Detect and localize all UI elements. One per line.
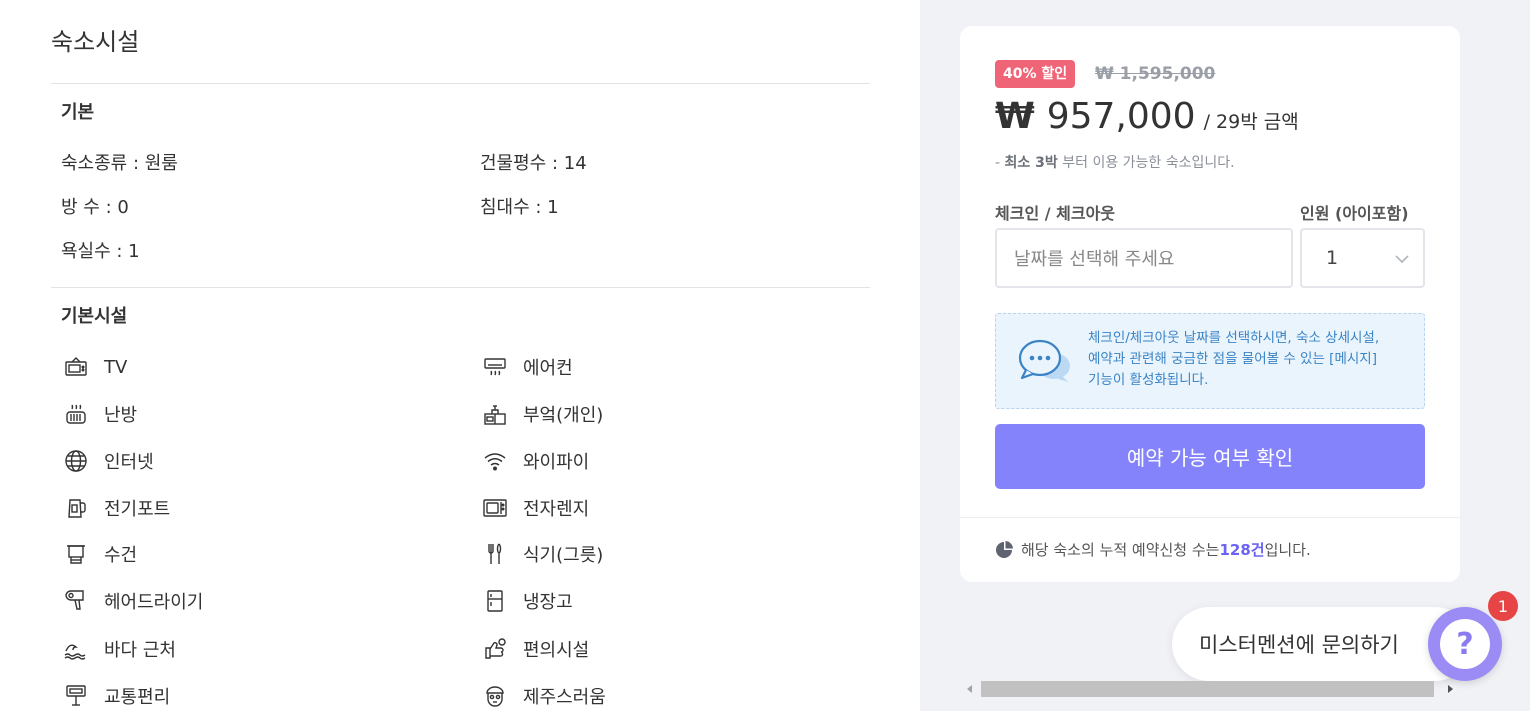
date-label: 체크인 / 체크아웃 [995, 204, 1116, 223]
check-availability-button[interactable]: 예약 가능 여부 확인 [995, 424, 1425, 489]
horizontal-scrollbar[interactable] [964, 681, 1458, 697]
amenity-convenience: 편의시설 [482, 636, 589, 662]
amenity-label: 와이파이 [523, 452, 590, 473]
amenity-fridge: 냉장고 [482, 588, 573, 614]
amenity-hair-dryer: 헤어드라이기 [63, 588, 203, 614]
amenity-microwave: 전자렌지 [482, 495, 589, 521]
date-picker-input[interactable]: 날짜를 선택해 주세요 [995, 228, 1293, 288]
amenity-label: 바다 근처 [104, 640, 176, 661]
original-price: ₩ 1,595,000 [1095, 64, 1216, 84]
amenity-label: 식기(그릇) [523, 545, 604, 566]
stats-count: 128건 [1219, 541, 1265, 559]
dolharubang-icon [482, 683, 508, 709]
pie-chart-icon [996, 540, 1013, 558]
amenity-near-sea: 바다 근처 [63, 636, 176, 662]
divider [960, 517, 1460, 518]
amenity-label: 냉장고 [523, 592, 573, 613]
globe-icon [63, 448, 89, 474]
amenity-label: 헤어드라이기 [104, 592, 204, 613]
min-stay-note: - 최소 3박 부터 이용 가능한 숙소입니다. [995, 152, 1235, 172]
question-icon: ? [1440, 619, 1490, 669]
amenity-label: 난방 [104, 405, 138, 426]
kettle-icon [63, 495, 89, 521]
basic-heading: 기본 [61, 102, 95, 123]
amenity-label: 전자렌지 [523, 499, 590, 520]
amenity-kitchen: 부엌(개인) [482, 401, 603, 427]
amenity-jeju: 제주스러움 [482, 683, 606, 709]
discount-badge: 40% 할인 [995, 60, 1076, 88]
stats-prefix: 해당 숙소의 누적 예약신청 수는 [1021, 541, 1220, 559]
divider [51, 83, 870, 84]
inquiry-button[interactable]: 미스터멘션에 문의하기 [1172, 607, 1472, 681]
amenities-heading: 기본시설 [61, 306, 128, 327]
amenity-transport: 교통편리 [63, 683, 170, 709]
amenity-label: 전기포트 [104, 499, 171, 520]
room-count: 방 수 : 0 [61, 197, 129, 218]
booking-card: 40% 할인 ₩ 1,595,000 ₩ 957,000 / 29박 금액 - … [960, 26, 1460, 582]
amenity-air-conditioner: 에어컨 [482, 354, 573, 380]
notice-text: 체크인/체크아웃 날짜를 선택하시면, 숙소 상세시설, 예약과 관련해 궁금한… [1088, 328, 1379, 391]
min-stay-bold: 최소 3박 [1004, 155, 1058, 171]
price-row: ₩ 957,000 / 29박 금액 [995, 96, 1299, 137]
utensils-icon [482, 541, 508, 567]
currency-symbol: ₩ [995, 96, 1035, 137]
kitchen-icon [482, 401, 508, 427]
stats-suffix: 입니다. [1264, 541, 1311, 559]
amenity-label: 인터넷 [104, 452, 154, 473]
amenity-tv: TV [63, 354, 127, 380]
guests-select[interactable]: 1 [1300, 228, 1425, 288]
convenience-icon [482, 636, 508, 662]
wifi-icon [482, 448, 508, 474]
facilities-title: 숙소시설 [51, 28, 140, 56]
amenity-kettle: 전기포트 [63, 495, 170, 521]
heater-icon [63, 401, 89, 427]
inquiry-label: 미스터멘션에 문의하기 [1199, 633, 1399, 657]
amenity-utensils: 식기(그릇) [482, 541, 603, 567]
help-chat-button[interactable]: ? [1428, 607, 1502, 681]
price-amount: 957,000 [1046, 96, 1196, 137]
chevron-down-icon [1395, 255, 1409, 264]
building-size: 건물평수 : 14 [480, 153, 587, 174]
min-stay-prefix: - [995, 155, 1005, 171]
amenity-label: 수건 [104, 545, 138, 566]
divider [51, 287, 870, 288]
facilities-panel: 숙소시설 기본 숙소종류 : 원룸 건물평수 : 14 방 수 : 0 침대수 … [0, 0, 920, 711]
tv-icon [63, 354, 89, 380]
amenity-internet: 인터넷 [63, 448, 154, 474]
towel-icon [63, 541, 89, 567]
scroll-right-arrow[interactable] [1448, 685, 1453, 693]
notice-line: 체크인/체크아웃 날짜를 선택하시면, 숙소 상세시설, [1088, 330, 1380, 346]
amenity-label: 편의시설 [523, 640, 590, 661]
wave-icon [63, 636, 89, 662]
amenity-wifi: 와이파이 [482, 448, 589, 474]
notification-badge: 1 [1488, 591, 1518, 621]
scrollbar-thumb[interactable] [981, 681, 1434, 697]
microwave-icon [482, 495, 508, 521]
chat-bubble-icon [1018, 339, 1070, 382]
booking-stats: 해당 숙소의 누적 예약신청 수는 128건 입니다. [995, 539, 1311, 560]
notice-line: 예약과 관련해 궁금한 점을 물어볼 수 있는 [메시지] [1088, 351, 1377, 367]
scroll-left-arrow[interactable] [967, 685, 972, 693]
amenity-heating: 난방 [63, 401, 137, 427]
room-type: 숙소종류 : 원룸 [61, 153, 178, 174]
bathroom-count: 욕실수 : 1 [61, 241, 140, 262]
message-notice: 체크인/체크아웃 날짜를 선택하시면, 숙소 상세시설, 예약과 관련해 궁금한… [995, 313, 1425, 409]
amenity-towel: 수건 [63, 541, 137, 567]
date-placeholder: 날짜를 선택해 주세요 [1014, 249, 1175, 270]
min-stay-rest: 부터 이용 가능한 숙소입니다. [1057, 155, 1235, 171]
signpost-icon [63, 683, 89, 709]
bed-count: 침대수 : 1 [480, 197, 559, 218]
hair-dryer-icon [63, 588, 89, 614]
amenity-label: 교통편리 [104, 687, 171, 708]
guests-value: 1 [1326, 247, 1339, 269]
amenity-label: 에어컨 [523, 358, 573, 379]
fridge-icon [482, 588, 508, 614]
notice-line: 기능이 활성화됩니다. [1088, 372, 1209, 388]
guests-label: 인원 (아이포함) [1300, 204, 1409, 223]
amenity-label: 제주스러움 [523, 687, 606, 708]
price-suffix: / 29박 금액 [1203, 111, 1299, 133]
amenity-label: 부엌(개인) [523, 405, 604, 426]
air-conditioner-icon [482, 354, 508, 380]
amenity-label: TV [104, 356, 128, 378]
